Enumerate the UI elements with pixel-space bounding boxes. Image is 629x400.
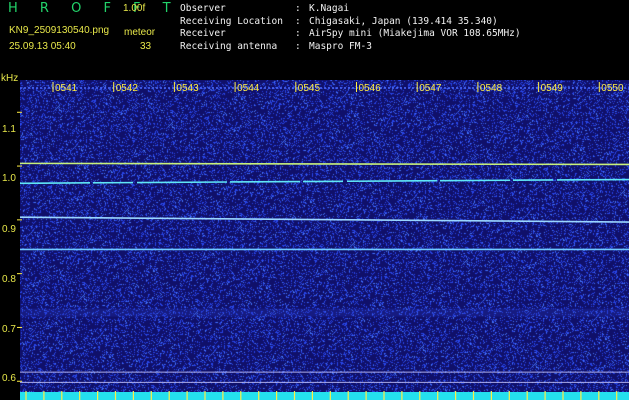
y-axis-unit: kHz: [1, 73, 19, 84]
y-tick-label: 1.0: [2, 173, 16, 184]
header-panel: H R O F F T 1.00f KN9_2509130540.png 25.…: [0, 0, 629, 84]
spectrogram-plot: [20, 80, 629, 392]
info-row-antenna: Receiving antenna: Maspro FM-3: [180, 41, 521, 54]
info-separator: :: [295, 3, 301, 14]
info-separator: :: [295, 28, 301, 39]
hrofft-window: H R O F F T 1.00f KN9_2509130540.png 25.…: [0, 0, 629, 400]
version-label: 1.00f: [123, 3, 146, 14]
y-tick-label: 0.9: [2, 224, 16, 235]
info-value: Maspro FM-3: [309, 40, 372, 52]
y-tick-label: 1.1: [2, 124, 16, 135]
info-value: AirSpy mini (Miakejima VOR 108.65MHz): [309, 28, 521, 39]
bottom-band: [20, 392, 629, 400]
date-time: 25.09.13 05:40: [9, 41, 76, 52]
info-value: Chigasaki, Japan (139.414 35.340): [309, 15, 498, 27]
info-key: Receiving Location: [180, 15, 283, 27]
y-tick-label: 0.8: [2, 274, 16, 285]
file-name: KN9_2509130540.png: [9, 25, 110, 36]
y-tick-label: 0.7: [2, 324, 16, 335]
info-value: K.Nagai: [309, 3, 350, 14]
info-row-observer: Observer: K.Nagai: [180, 3, 521, 16]
info-row-receiver: Receiver: AirSpy mini (Miakejima VOR 108.…: [180, 28, 521, 41]
info-row-location: Receiving Location: Chigasaki, Japan (139…: [180, 16, 521, 29]
info-key: Observer: [180, 3, 226, 14]
info-separator: :: [295, 15, 301, 27]
info-key: Receiver: [180, 28, 226, 39]
meteor-label: meteor: [124, 27, 156, 38]
app-title: H R O F F T: [8, 1, 180, 16]
info-key: Receiving antenna: [180, 40, 278, 52]
info-separator: :: [295, 40, 301, 52]
y-tick-label: 0.6: [2, 373, 16, 384]
observation-info: Observer: K.Nagai Receiving Location: Chig…: [180, 3, 521, 53]
meteor-count: 33: [140, 41, 152, 52]
